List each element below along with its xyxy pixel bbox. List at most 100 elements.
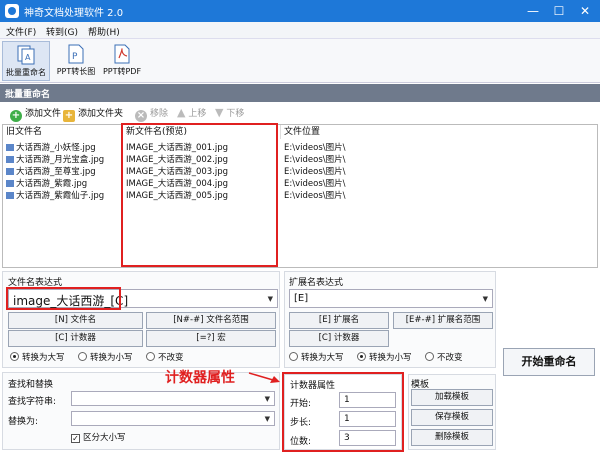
- pdf-icon: [114, 44, 130, 64]
- location-cell: E:\videos\图片\: [284, 143, 346, 153]
- table-row[interactable]: 大话西游_紫霞.jpg IMAGE_大话西游_004.jpg E:\videos…: [3, 178, 597, 190]
- location-cell: E:\videos\图片\: [284, 179, 346, 189]
- ppt-to-pdf-label: PPT转PDF: [102, 67, 142, 76]
- ext-upper-radio[interactable]: 转换为大写: [289, 351, 344, 363]
- name-upper-radio[interactable]: 转换为大写: [10, 351, 65, 363]
- file-icon: [6, 180, 14, 187]
- checkmark-icon: ✓: [71, 434, 80, 443]
- move-up-button[interactable]: ▲ 上移: [177, 106, 206, 119]
- find-replace-group: 查找和替换 查找字符串: ▼ 替换为: ▼ ✓ 区分大小写: [2, 372, 280, 450]
- minimize-button[interactable]: —: [520, 2, 546, 20]
- radio-icon: [146, 352, 155, 361]
- insert-ext-counter-button[interactable]: [C] 计数器: [289, 330, 389, 347]
- col-location[interactable]: 文件位置: [281, 125, 597, 139]
- old-name-cell: 大话西游_月光宝盒.jpg: [16, 155, 105, 165]
- add-folder-label: 添加文件夹: [78, 109, 124, 119]
- batch-rename-button[interactable]: A 批量重命名: [2, 41, 50, 81]
- ext-expression-value: [E]: [294, 293, 309, 304]
- old-name-cell: 大话西游_紫霞仙子.jpg: [16, 191, 105, 201]
- add-file-label: 添加文件: [25, 109, 62, 119]
- add-folder-button[interactable]: + 添加文件夹: [63, 106, 123, 122]
- remove-label: 移除: [150, 109, 169, 119]
- file-icon: [6, 156, 14, 163]
- menu-file[interactable]: 文件(F): [6, 25, 36, 38]
- ext-expression-title: 扩展名表达式: [289, 278, 344, 288]
- menu-bar: 文件(F) 转到(G) 帮助(H): [0, 22, 600, 39]
- app-icon: [5, 4, 19, 18]
- insert-macro-button[interactable]: [=?] 宏: [146, 330, 276, 347]
- ppt-image-icon: P: [68, 44, 84, 64]
- name-expression-group: 文件名表达式 image_大话西游_[C] ▼ [N] 文件名 [N#-#] 文…: [2, 271, 280, 368]
- load-template-button[interactable]: 加载模板: [411, 389, 493, 406]
- file-table[interactable]: 旧文件名 新文件名(预览) 文件位置 大话西游_小妖怪.jpg IMAGE_大话…: [2, 124, 598, 268]
- case-sensitive-label: 区分大小写: [83, 433, 126, 443]
- table-row[interactable]: 大话西游_小妖怪.jpg IMAGE_大话西游_001.jpg E:\video…: [3, 142, 597, 154]
- ext-keep-radio[interactable]: 不改变: [425, 351, 463, 363]
- save-template-button[interactable]: 保存模板: [411, 409, 493, 426]
- arrow-up-icon: ▲: [177, 106, 186, 119]
- insert-filename-button[interactable]: [N] 文件名: [8, 312, 143, 329]
- remove-button[interactable]: × 移除: [135, 106, 168, 122]
- name-keep-label: 不改变: [158, 353, 184, 363]
- replace-input[interactable]: ▼: [71, 411, 275, 426]
- highlight-name-expression: [6, 287, 121, 310]
- move-down-label: 下移: [226, 109, 245, 119]
- name-keep-radio[interactable]: 不改变: [146, 351, 184, 363]
- location-cell: E:\videos\图片\: [284, 167, 346, 177]
- ext-lower-label: 转换为小写: [369, 353, 412, 363]
- add-file-button[interactable]: + 添加文件: [10, 106, 61, 122]
- table-row[interactable]: 大话西游_至尊宝.jpg IMAGE_大话西游_003.jpg E:\video…: [3, 166, 597, 178]
- location-cell: E:\videos\图片\: [284, 155, 346, 165]
- replace-label: 替换为:: [8, 417, 39, 427]
- menu-help[interactable]: 帮助(H): [88, 25, 120, 38]
- find-input[interactable]: ▼: [71, 391, 275, 406]
- insert-counter-button[interactable]: [C] 计数器: [8, 330, 143, 347]
- chevron-down-icon: ▼: [264, 414, 270, 423]
- title-bar: 神奇文档处理软件 2.0 — ☐ ✕: [0, 0, 600, 22]
- chevron-down-icon: ▼: [264, 394, 270, 403]
- case-sensitive-checkbox[interactable]: ✓ 区分大小写: [71, 431, 126, 443]
- main-toolbar: A 批量重命名 P PPT转长图 PPT转PDF: [0, 39, 600, 83]
- remove-icon: ×: [135, 110, 147, 122]
- folder-icon: +: [63, 110, 75, 122]
- radio-icon: [78, 352, 87, 361]
- col-old-name[interactable]: 旧文件名: [3, 125, 123, 139]
- annotation-arrow-icon: [248, 372, 280, 383]
- move-down-button[interactable]: ▼ 下移: [215, 106, 244, 119]
- file-icon: [6, 192, 14, 199]
- ppt-to-image-button[interactable]: P PPT转长图: [54, 41, 98, 81]
- insert-extension-button[interactable]: [E] 扩展名: [289, 312, 389, 329]
- old-name-cell: 大话西游_紫霞.jpg: [16, 179, 88, 189]
- batch-rename-label: 批量重命名: [6, 68, 46, 77]
- start-rename-button[interactable]: 开始重命名: [503, 348, 595, 376]
- find-label: 查找字符串:: [8, 397, 57, 407]
- name-lower-label: 转换为小写: [90, 353, 133, 363]
- ppt-to-image-label: PPT转长图: [56, 67, 96, 76]
- insert-filename-range-button[interactable]: [N#-#] 文件名范围: [146, 312, 276, 329]
- highlight-counter-box: [282, 372, 404, 452]
- arrow-down-icon: ▼: [215, 106, 224, 119]
- table-row[interactable]: 大话西游_月光宝盒.jpg IMAGE_大话西游_002.jpg E:\vide…: [3, 154, 597, 166]
- section-header: 批量重命名: [0, 84, 600, 102]
- ext-expression-combo[interactable]: [E] ▼: [289, 289, 493, 308]
- radio-icon: [289, 352, 298, 361]
- delete-template-button[interactable]: 删除模板: [411, 429, 493, 446]
- move-up-label: 上移: [188, 109, 207, 119]
- ext-expression-group: 扩展名表达式 [E] ▼ [E] 扩展名 [E#-#] 扩展名范围 [C] 计数…: [284, 271, 496, 368]
- menu-goto[interactable]: 转到(G): [46, 25, 78, 38]
- old-name-cell: 大话西游_至尊宝.jpg: [16, 167, 96, 177]
- chevron-down-icon: ▼: [482, 294, 488, 303]
- ext-lower-radio[interactable]: 转换为小写: [357, 351, 412, 363]
- radio-checked-icon: [10, 352, 19, 361]
- file-icon: [6, 144, 14, 151]
- find-replace-title: 查找和替换: [8, 380, 54, 390]
- name-lower-radio[interactable]: 转换为小写: [78, 351, 133, 363]
- maximize-button[interactable]: ☐: [546, 2, 572, 20]
- add-icon: +: [10, 110, 22, 122]
- table-row[interactable]: 大话西游_紫霞仙子.jpg IMAGE_大话西游_005.jpg E:\vide…: [3, 190, 597, 202]
- window-title: 神奇文档处理软件 2.0: [24, 8, 124, 19]
- close-button[interactable]: ✕: [572, 2, 598, 20]
- insert-extension-range-button[interactable]: [E#-#] 扩展名范围: [393, 312, 493, 329]
- highlight-new-name-box: [121, 123, 278, 267]
- ppt-to-pdf-button[interactable]: PPT转PDF: [100, 41, 144, 81]
